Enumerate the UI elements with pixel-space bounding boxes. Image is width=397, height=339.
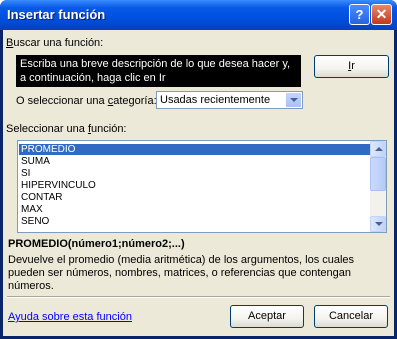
function-signature: PROMEDIO(número1;número2;...): [8, 238, 185, 250]
go-button[interactable]: Ir: [314, 55, 389, 78]
cancel-button[interactable]: Cancelar: [314, 305, 388, 328]
search-label: Buscar una función:: [6, 37, 104, 49]
list-item[interactable]: SUMA: [19, 156, 370, 167]
close-icon[interactable]: ✕: [371, 4, 392, 25]
function-list[interactable]: PROMEDIO SUMA SI HIPERVINCULO CONTAR MAX…: [17, 140, 387, 233]
scroll-down-icon[interactable]: [370, 216, 386, 232]
scroll-thumb[interactable]: [370, 157, 386, 191]
dialog-body: Buscar una función: Escriba una breve de…: [3, 30, 394, 336]
insert-function-dialog: Insertar función ? ✕ Buscar una función:…: [0, 0, 397, 339]
divider: [7, 296, 390, 298]
category-select[interactable]: Usadas recientemente: [156, 91, 303, 109]
window-title: Insertar función: [7, 7, 106, 22]
vertical-scrollbar[interactable]: [370, 141, 386, 232]
ok-button[interactable]: Aceptar: [230, 305, 304, 328]
title-bar[interactable]: Insertar función ? ✕: [0, 0, 397, 30]
list-item[interactable]: SI: [19, 168, 370, 179]
list-item[interactable]: CONTAR: [19, 192, 370, 203]
function-description: Devuelve el promedio (media aritmética) …: [8, 254, 355, 292]
chevron-down-icon[interactable]: [286, 93, 301, 107]
help-link[interactable]: Ayuda sobre esta función: [8, 311, 132, 323]
function-list-label: Seleccionar una función:: [6, 123, 127, 135]
help-icon[interactable]: ?: [349, 4, 370, 25]
search-input[interactable]: Escriba una breve descripción de lo que …: [16, 55, 301, 87]
list-item[interactable]: HIPERVINCULO: [19, 180, 370, 191]
category-label: O seleccionar una categoría:: [16, 95, 157, 107]
list-item[interactable]: MAX: [19, 204, 370, 215]
category-selected-value: Usadas recientemente: [160, 94, 271, 106]
list-item[interactable]: PROMEDIO: [19, 144, 370, 155]
scroll-up-icon[interactable]: [370, 141, 386, 157]
list-item[interactable]: SENO: [19, 216, 370, 227]
